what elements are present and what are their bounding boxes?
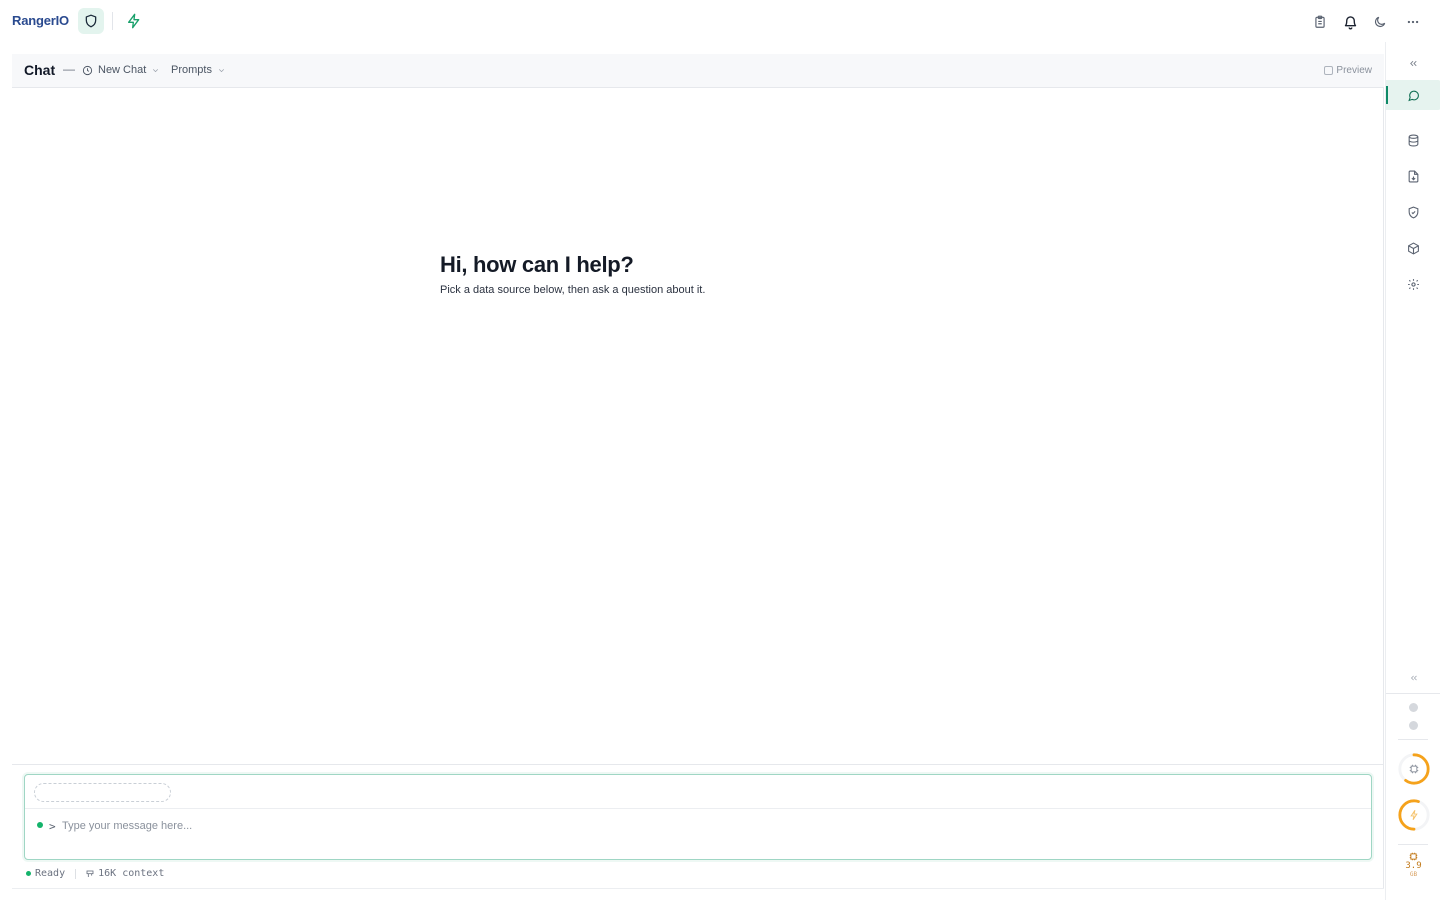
cpu-usage-gauge[interactable] (1397, 752, 1431, 786)
gpu-usage-gauge[interactable] (1397, 798, 1431, 832)
memory-icon (1409, 852, 1418, 861)
bolt-icon (127, 13, 140, 29)
cpu-icon (1409, 764, 1419, 774)
rail-settings-button[interactable] (1386, 269, 1440, 299)
right-sidebar: 3.9 GB (1385, 42, 1440, 900)
welcome-title: Hi, how can I help? (440, 252, 634, 277)
chevrons-left-icon (1410, 675, 1417, 681)
shield-icon (85, 14, 97, 28)
prompt-caret: > (49, 820, 56, 833)
ready-dot (26, 871, 31, 876)
rail-models-button[interactable] (1386, 233, 1440, 263)
bolt-button[interactable] (126, 13, 142, 34)
memory-value: 3.9 (1405, 861, 1422, 871)
rail-divider (1386, 693, 1440, 694)
settings-icon (1408, 278, 1419, 290)
more-icon (1407, 20, 1419, 24)
preview-checkbox[interactable] (1324, 66, 1334, 75)
topbar-divider (112, 12, 113, 30)
chat-header: Chat — New Chat Prompts Preview (12, 54, 1384, 88)
chat-icon (1408, 90, 1419, 101)
clipboard-icon (1315, 15, 1325, 28)
more-menu-button[interactable] (1403, 12, 1423, 32)
shield-button[interactable] (78, 8, 104, 34)
app-logo[interactable]: RangerIO (12, 13, 69, 28)
database-icon (1408, 134, 1419, 146)
bell-icon (1344, 15, 1356, 29)
preview-label: Preview (1336, 65, 1372, 76)
file-icon (1408, 170, 1419, 182)
clock-icon (82, 65, 93, 75)
chevron-down-icon (218, 68, 224, 72)
status-indicator-dot (1409, 721, 1418, 730)
data-source-selector[interactable] (34, 783, 171, 802)
divider (12, 764, 1384, 765)
chat-title: Chat (24, 62, 56, 78)
message-input[interactable] (62, 817, 1262, 835)
top-bar: RangerIO (0, 0, 1440, 42)
composer-divider (25, 808, 1371, 809)
bottom-divider (12, 888, 1384, 889)
chevron-down-icon (153, 68, 159, 72)
rail-chat-button[interactable] (1386, 80, 1440, 110)
rail-divider (1398, 844, 1428, 845)
title-separator: — (63, 62, 75, 76)
message-composer: > (24, 774, 1372, 860)
chat-panel: Chat — New Chat Prompts Preview Hi, how … (12, 54, 1384, 889)
context-status: 16K context (86, 868, 164, 879)
collapse-sidebar-button[interactable] (1386, 48, 1440, 78)
welcome-subtitle: Pick a data source below, then ask a que… (440, 284, 706, 296)
chevrons-left-icon (1410, 60, 1417, 66)
expand-status-button[interactable] (1386, 663, 1440, 693)
memory-usage[interactable]: 3.9 GB (1386, 852, 1440, 878)
moon-icon (1375, 16, 1386, 27)
status-separator (75, 868, 77, 879)
chat-history-label: New Chat (98, 64, 147, 76)
prompts-label: Prompts (171, 64, 212, 76)
status-dot (37, 822, 43, 828)
shield-check-icon (1408, 206, 1419, 219)
prompts-dropdown[interactable]: Prompts (171, 64, 226, 76)
ready-label: Ready (35, 868, 66, 879)
package-icon (1408, 241, 1419, 255)
status-indicator-dot (1409, 703, 1418, 712)
status-bar: Ready 16K context (26, 868, 164, 879)
preview-toggle[interactable]: Preview (1324, 65, 1372, 76)
clipboard-button[interactable] (1310, 12, 1330, 32)
chat-history-dropdown[interactable]: New Chat (82, 64, 160, 76)
rail-database-button[interactable] (1386, 125, 1440, 155)
notifications-button[interactable] (1340, 12, 1360, 32)
ready-status: Ready (26, 868, 65, 879)
theme-toggle-button[interactable] (1370, 12, 1390, 32)
context-icon (86, 870, 94, 877)
memory-unit: GB (1409, 871, 1418, 878)
rail-files-button[interactable] (1386, 161, 1440, 191)
rail-security-button[interactable] (1386, 197, 1440, 227)
context-label: 16K context (98, 868, 165, 879)
gpu-bolt-icon (1410, 810, 1418, 820)
rail-divider (1398, 739, 1428, 740)
